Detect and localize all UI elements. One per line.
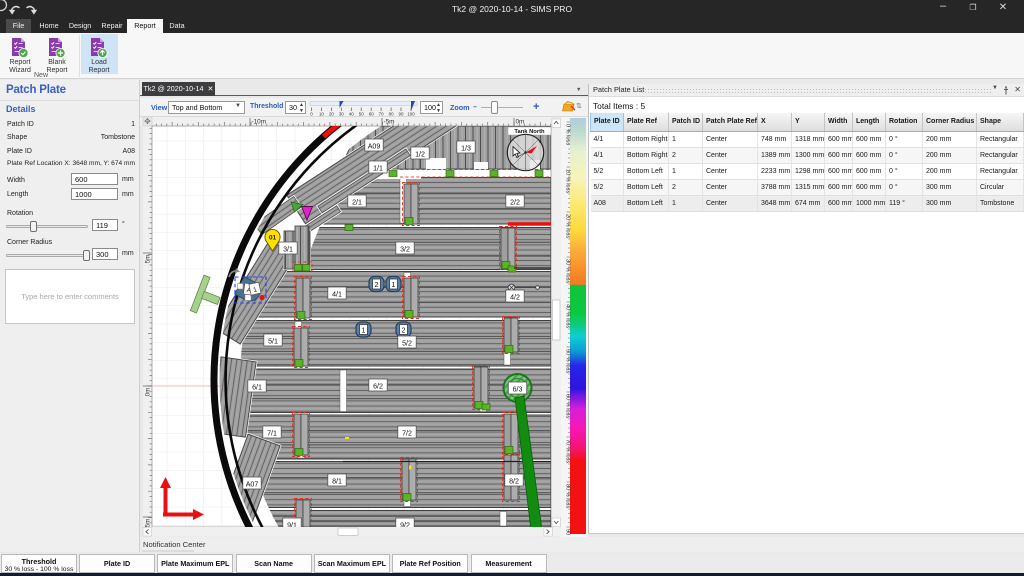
svg-text:8/1: 8/1: [332, 477, 342, 485]
svg-text:0 % loss: 0 % loss: [565, 124, 571, 145]
svg-text:A09: A09: [368, 142, 381, 150]
svg-text:50: 50: [359, 111, 364, 116]
svg-text:80: 80: [389, 111, 394, 116]
svg-text:100: 100: [407, 111, 415, 116]
svg-text:50 % loss: 50 % loss: [565, 349, 571, 373]
svg-text:0: 0: [310, 111, 313, 116]
svg-text:1/2: 1/2: [415, 150, 425, 158]
svg-text:2/1: 2/1: [352, 198, 362, 206]
svg-text:-5m: -5m: [384, 119, 395, 126]
svg-text:1: 1: [362, 325, 366, 334]
svg-text:30: 30: [339, 111, 344, 116]
svg-text:6/3: 6/3: [513, 385, 523, 393]
svg-text:40: 40: [349, 111, 354, 116]
svg-text:7/2: 7/2: [402, 429, 412, 437]
svg-text:1/1: 1/1: [373, 164, 383, 172]
svg-text:90: 90: [399, 111, 404, 116]
svg-text:3/2: 3/2: [400, 245, 410, 253]
svg-text:90 % loss: 90 % loss: [565, 529, 571, 537]
svg-text:30 % loss: 30 % loss: [565, 259, 571, 283]
svg-text:10 % loss: 10 % loss: [565, 169, 571, 193]
svg-text:6/2: 6/2: [373, 382, 383, 390]
svg-text:3/1: 3/1: [283, 245, 293, 253]
svg-text:4/1: 4/1: [332, 290, 342, 298]
svg-text:0m: 0m: [145, 388, 152, 397]
svg-text:5m: 5m: [145, 255, 152, 264]
svg-text:A07: A07: [246, 480, 259, 488]
svg-text:70: 70: [379, 111, 384, 116]
svg-text:4/2: 4/2: [510, 293, 520, 301]
svg-text:✥: ✥: [144, 117, 151, 126]
svg-text:01: 01: [269, 235, 277, 242]
svg-text:1: 1: [392, 280, 396, 289]
svg-text:70 % loss: 70 % loss: [565, 439, 571, 463]
svg-text:0m: 0m: [516, 119, 525, 126]
svg-text:5/1: 5/1: [268, 337, 278, 345]
svg-text:20 % loss: 20 % loss: [565, 214, 571, 238]
svg-text:6/1: 6/1: [252, 383, 262, 391]
svg-text:7/1: 7/1: [267, 429, 277, 437]
svg-text:60: 60: [369, 111, 374, 116]
svg-text:2: 2: [375, 280, 379, 289]
svg-text:-10m: -10m: [252, 119, 267, 126]
svg-text:10: 10: [319, 111, 324, 116]
svg-text:20: 20: [329, 111, 334, 116]
svg-text:1/3: 1/3: [461, 144, 471, 152]
svg-text:2/2: 2/2: [510, 198, 520, 206]
svg-text:5/2: 5/2: [402, 339, 412, 347]
svg-text:40 % loss: 40 % loss: [565, 304, 571, 328]
svg-text:80 % loss: 80 % loss: [565, 484, 571, 508]
svg-text:60 % loss: 60 % loss: [565, 394, 571, 418]
svg-text:2: 2: [402, 325, 406, 334]
svg-text:8/2: 8/2: [509, 477, 519, 485]
